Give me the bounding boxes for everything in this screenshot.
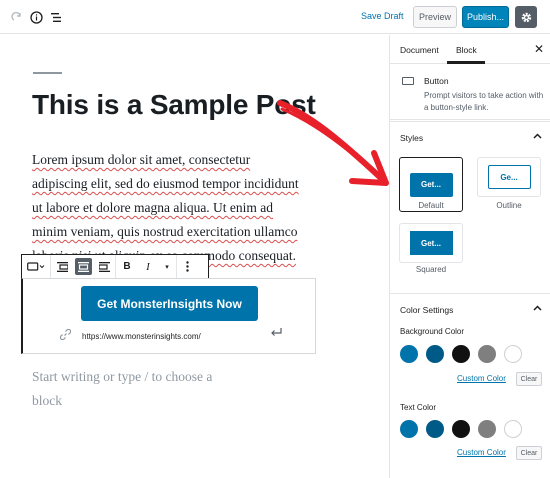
red-arrow-icon	[277, 100, 389, 186]
title-divider	[33, 72, 62, 74]
block-navigation-icon[interactable]	[47, 8, 65, 26]
clear-button[interactable]: Clear	[516, 446, 542, 460]
chevron-up-icon	[533, 303, 542, 314]
custom-color-link[interactable]: Custom Color	[457, 448, 506, 457]
preview-button[interactable]: Preview	[413, 6, 457, 28]
style-preview: Ge...	[487, 165, 531, 189]
publish-button[interactable]: Publish...	[462, 6, 509, 28]
color-swatch[interactable]	[504, 345, 522, 363]
settings-sidebar: Document Block ✕ Button Prompt visitors …	[389, 35, 550, 478]
tab-block[interactable]: Block	[456, 45, 477, 55]
active-tab-indicator	[447, 61, 485, 64]
default-block-appender[interactable]: Start writing or type / to choose a bloc…	[32, 365, 242, 413]
close-icon[interactable]: ✕	[534, 42, 544, 56]
url-input[interactable]: https://www.monsterinsights.com/	[82, 332, 201, 341]
styles-panel-toggle[interactable]: Styles	[390, 121, 550, 151]
color-swatch[interactable]	[400, 345, 418, 363]
italic-button[interactable]: I	[138, 255, 158, 278]
custom-color-link[interactable]: Custom Color	[457, 374, 506, 383]
vertical-ellipsis-icon	[185, 261, 189, 272]
style-squared[interactable]: Get...	[399, 223, 463, 263]
cta-button[interactable]: Get MonsterInsights Now	[81, 286, 258, 321]
text-color-label: Text Color	[400, 403, 437, 412]
block-card: Button Prompt visitors to take action wi…	[390, 65, 550, 120]
align-right-button[interactable]	[93, 255, 115, 278]
tab-document[interactable]: Document	[400, 45, 439, 55]
align-left-icon	[56, 261, 68, 272]
redo-icon[interactable]	[8, 8, 26, 26]
style-label: Squared	[415, 265, 447, 274]
style-preview: Get...	[409, 172, 453, 197]
color-swatch[interactable]	[426, 345, 444, 363]
align-right-icon	[98, 261, 110, 272]
align-center-button[interactable]	[73, 255, 93, 278]
panel-title: Styles	[400, 133, 424, 143]
color-swatch[interactable]	[478, 420, 496, 438]
more-options-button[interactable]	[177, 255, 197, 278]
style-label: Default	[418, 201, 444, 210]
paragraph-line: ut labore et dolore magna aliqua. Ut eni…	[32, 200, 274, 215]
block-switcher-button[interactable]	[22, 255, 50, 278]
button-block-icon	[27, 262, 45, 271]
button-block[interactable]: Get MonsterInsights Now https://www.mons…	[21, 278, 316, 354]
color-settings-toggle[interactable]: Color Settings	[390, 294, 550, 324]
chevron-up-icon	[533, 131, 542, 142]
sidebar-tabs: Document Block ✕	[390, 35, 550, 64]
color-swatch[interactable]	[504, 420, 522, 438]
color-swatch[interactable]	[452, 420, 470, 438]
settings-button[interactable]	[515, 6, 537, 28]
color-swatch[interactable]	[478, 345, 496, 363]
block-title: Button	[424, 76, 449, 86]
gear-icon	[521, 12, 531, 22]
enter-icon[interactable]	[270, 326, 282, 340]
color-swatch[interactable]	[426, 420, 444, 438]
info-icon[interactable]	[27, 8, 45, 26]
align-center-icon	[77, 261, 89, 272]
block-toolbar: B I ▾	[21, 254, 209, 279]
style-label: Outline	[496, 201, 522, 210]
panel-title: Color Settings	[400, 305, 454, 315]
save-draft-link[interactable]: Save Draft	[361, 11, 404, 21]
align-left-button[interactable]	[51, 255, 73, 278]
style-preview: Get...	[409, 231, 453, 255]
block-description: Prompt visitors to take action with a bu…	[424, 91, 544, 112]
color-swatch[interactable]	[452, 345, 470, 363]
chevron-down-icon: ▾	[165, 263, 169, 271]
paragraph-line: minim veniam, quis nostrud exercitation …	[32, 224, 298, 239]
link-icon	[59, 328, 72, 343]
italic-icon: I	[146, 260, 150, 273]
editor-canvas: This is a Sample Post Lorem ipsum dolor …	[0, 35, 389, 478]
clear-button[interactable]: Clear	[516, 372, 542, 386]
color-settings-panel: Color Settings Background Color Custom C…	[390, 293, 550, 460]
more-formatting-button[interactable]: ▾	[158, 255, 176, 278]
background-color-label: Background Color	[400, 327, 465, 336]
style-outline[interactable]: Ge...	[477, 157, 541, 197]
bold-button[interactable]: B	[116, 255, 138, 278]
bold-icon: B	[123, 261, 131, 272]
top-toolbar: Save Draft Preview Publish...	[0, 0, 550, 34]
button-block-icon	[402, 77, 414, 85]
color-swatch[interactable]	[400, 420, 418, 438]
